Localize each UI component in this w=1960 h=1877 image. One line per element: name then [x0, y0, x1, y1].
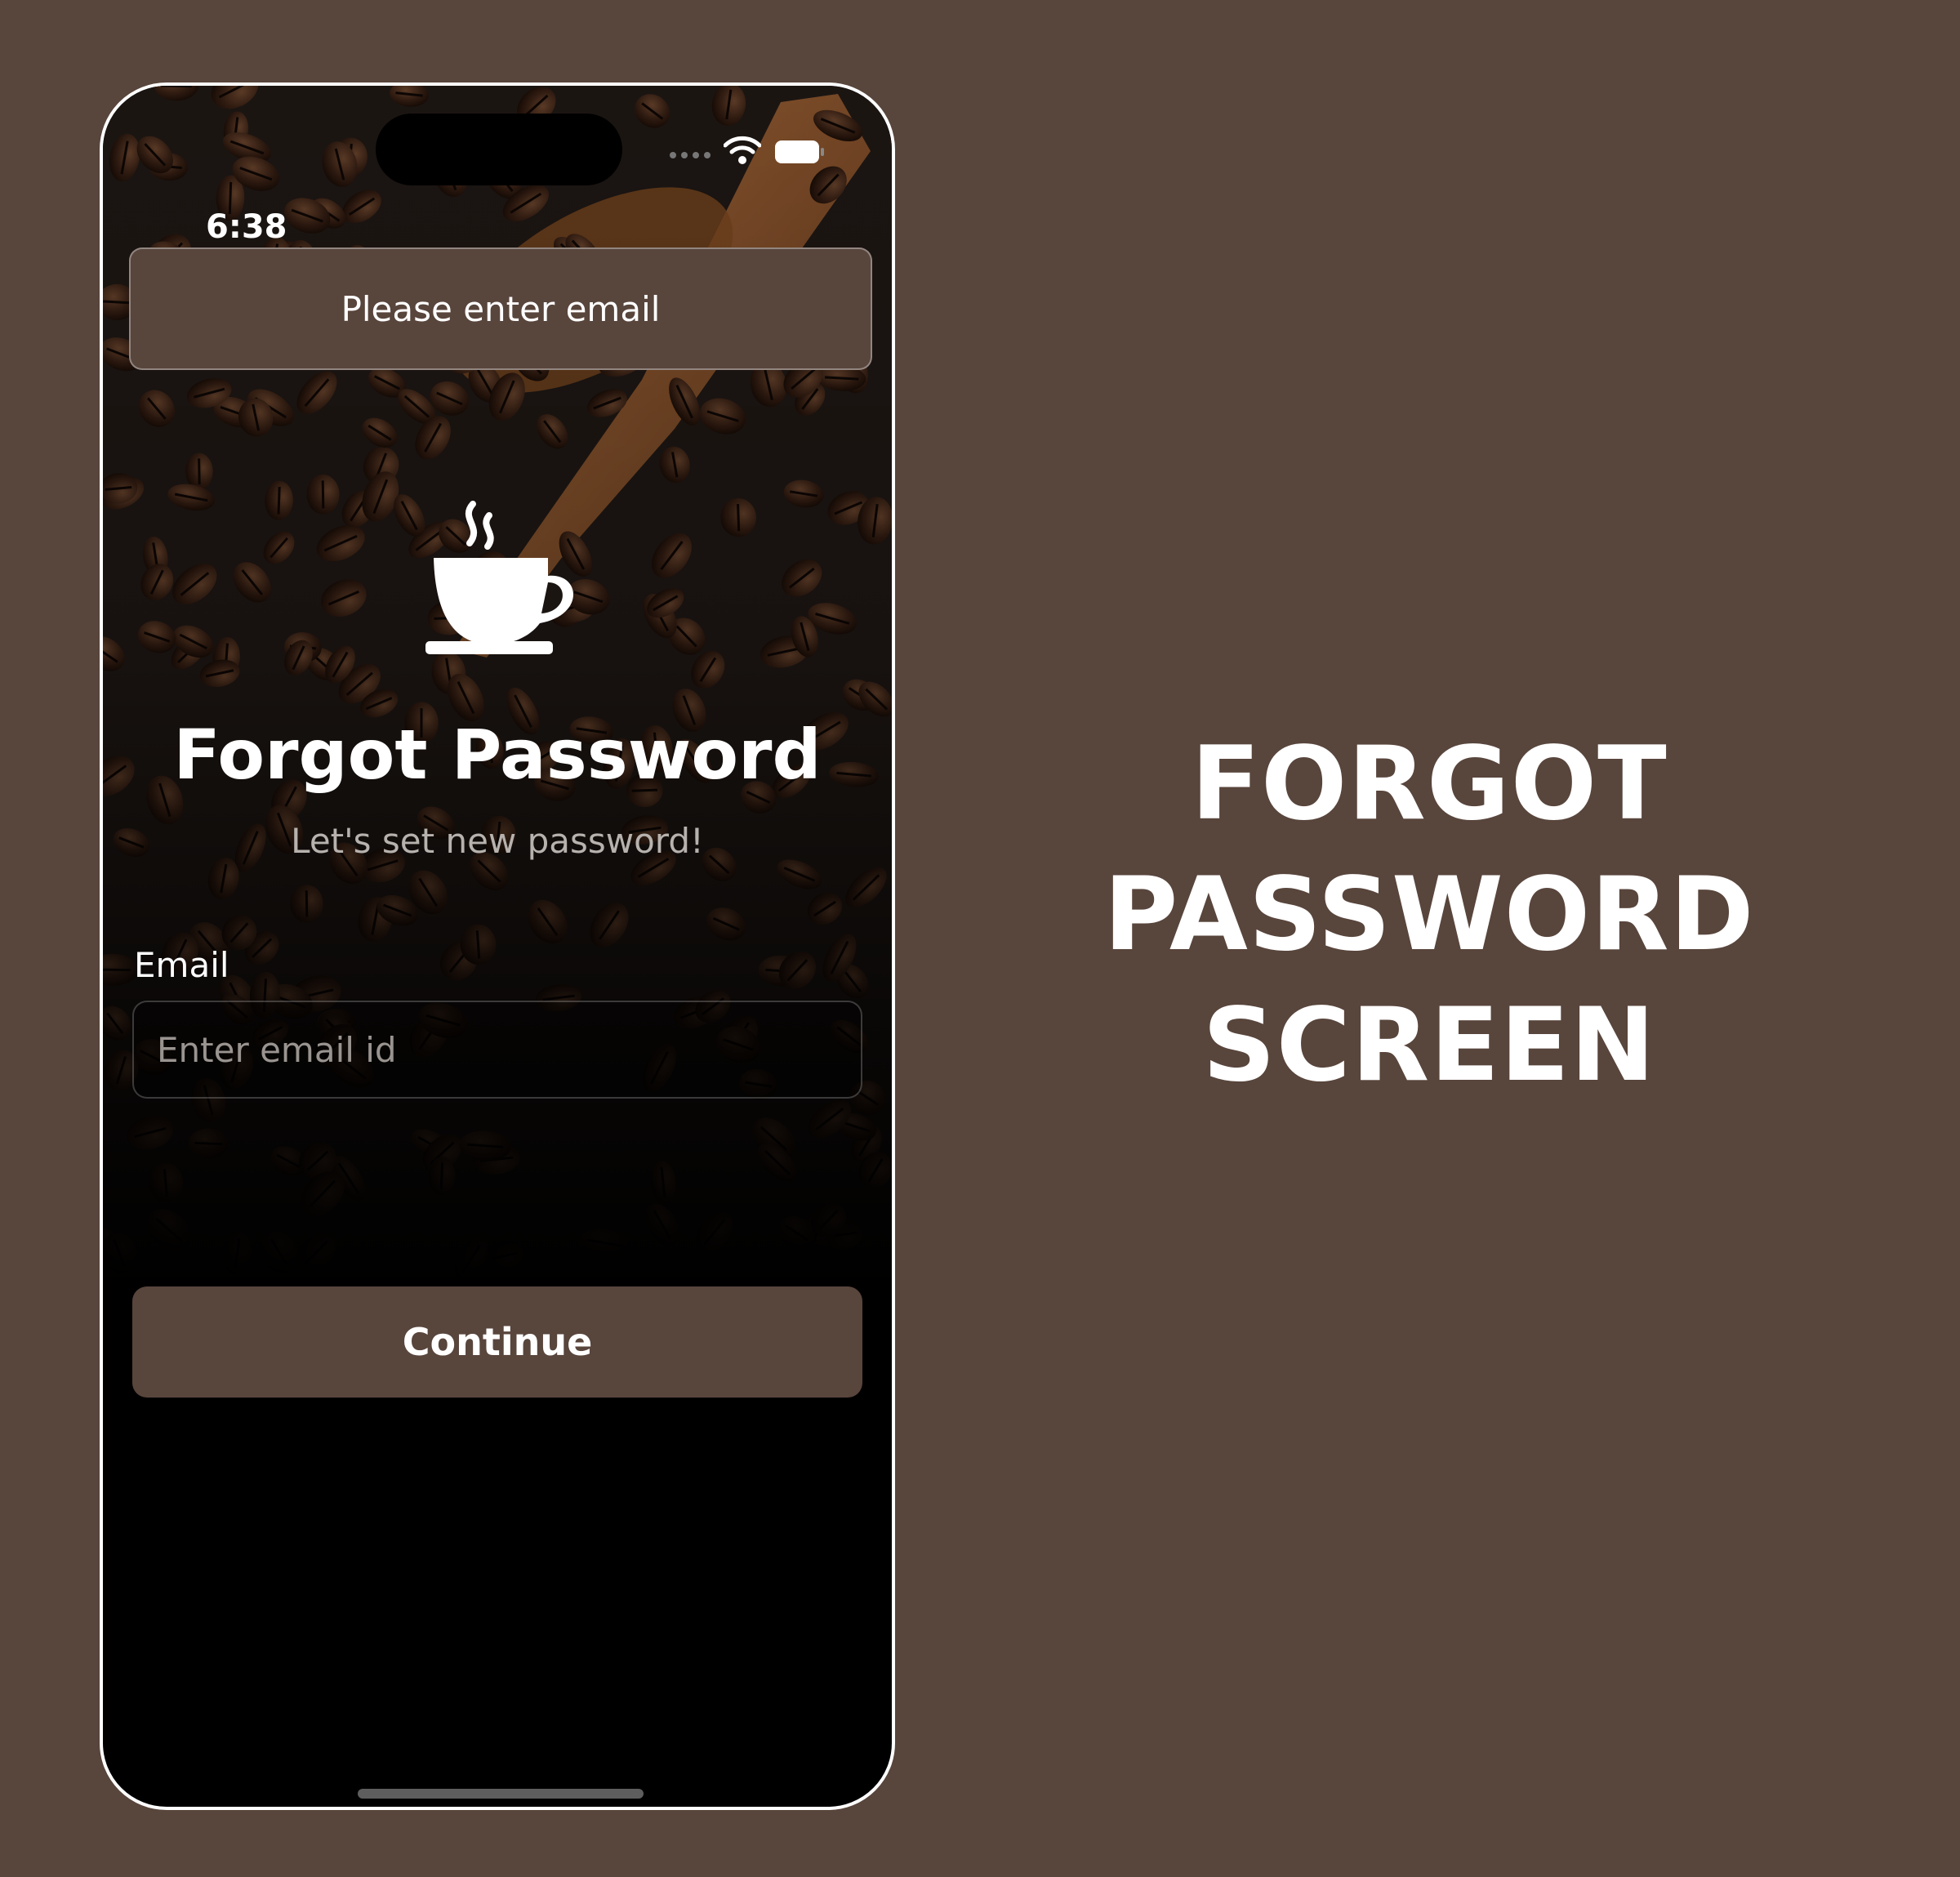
page-title: Forgot Password: [173, 715, 822, 795]
phone-frame: 6:38 Please enter email Forgot Password …: [100, 82, 895, 1810]
caption-line: FORGOT: [1191, 725, 1668, 843]
home-indicator[interactable]: [358, 1789, 644, 1799]
email-field[interactable]: [132, 1001, 862, 1099]
error-toast: Please enter email: [129, 247, 872, 370]
dynamic-island: [376, 114, 622, 185]
toast-message: Please enter email: [341, 288, 661, 329]
battery-icon: [775, 140, 824, 163]
status-time: 6:38: [206, 208, 287, 246]
signal-icon: [670, 152, 710, 158]
screen-caption: FORGOT PASSWORD SCREEN: [1062, 719, 1797, 1111]
email-label: Email: [134, 945, 229, 985]
coffee-cup-icon: [425, 501, 574, 654]
continue-button[interactable]: Continue: [132, 1286, 862, 1398]
caption-line: PASSWORD: [1103, 856, 1755, 974]
caption-line: SCREEN: [1202, 987, 1656, 1104]
page-subtitle: Let's set new password!: [291, 821, 704, 861]
wifi-icon: [724, 136, 761, 164]
